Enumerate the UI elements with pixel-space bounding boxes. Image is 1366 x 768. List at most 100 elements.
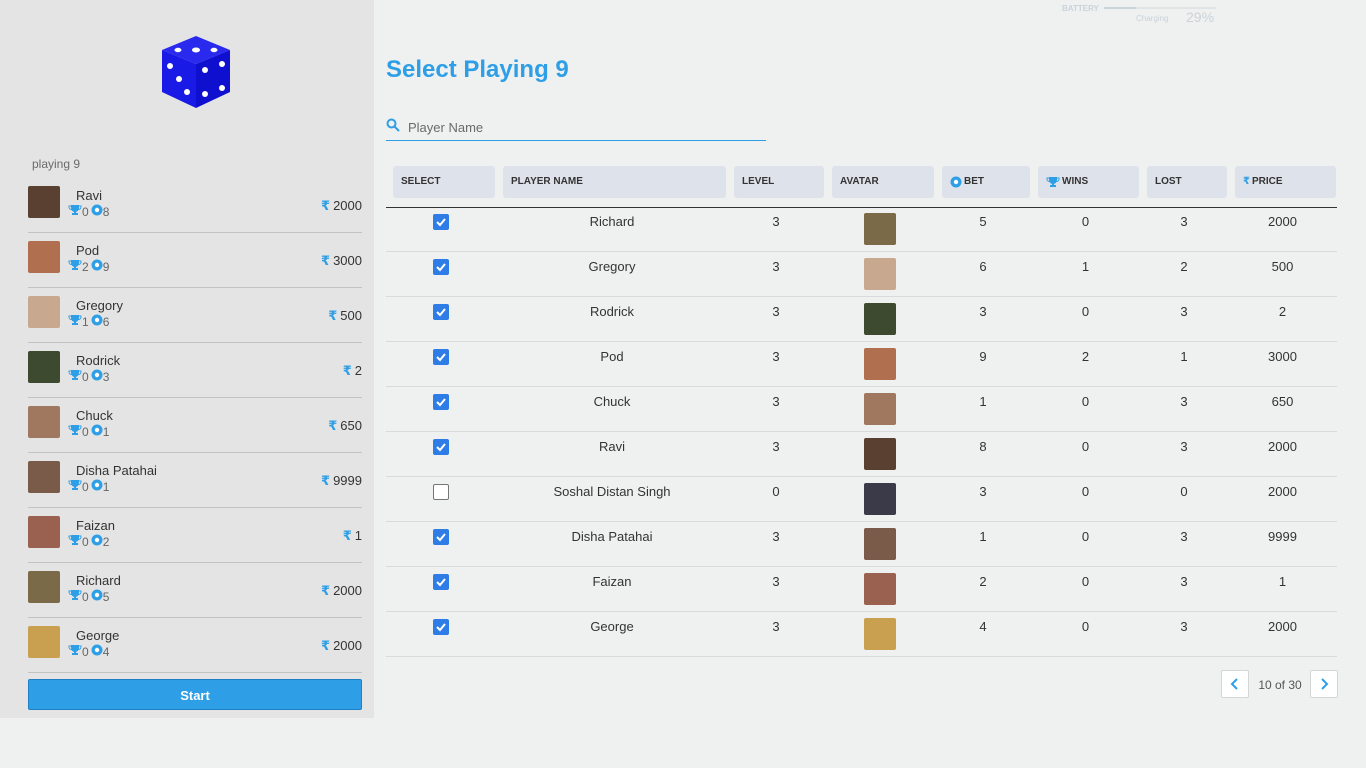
column-header-lost[interactable]: LOST bbox=[1147, 166, 1227, 198]
select-checkbox[interactable] bbox=[433, 529, 449, 545]
select-checkbox[interactable] bbox=[433, 484, 449, 500]
player-stats: 02 bbox=[68, 534, 111, 549]
cell-wins: 0 bbox=[1081, 574, 1090, 589]
cell-bet: 3 bbox=[979, 304, 987, 319]
player-stats: 05 bbox=[68, 589, 111, 604]
select-checkbox[interactable] bbox=[433, 439, 449, 455]
cell-lost: 3 bbox=[1180, 394, 1188, 409]
column-header-wins[interactable]: WINS bbox=[1038, 166, 1139, 198]
next-page-button[interactable] bbox=[1310, 670, 1338, 698]
battery-indicator: BATTERY Charging 29% bbox=[1062, 4, 1222, 26]
avatar bbox=[28, 186, 60, 218]
cell-name: Chuck bbox=[593, 394, 631, 409]
cell-bet: 3 bbox=[979, 484, 987, 499]
price-value: 650 bbox=[340, 418, 362, 433]
select-checkbox[interactable] bbox=[433, 214, 449, 230]
player-price: ₹2000 bbox=[321, 583, 362, 599]
cell-wins: 2 bbox=[1081, 349, 1090, 364]
player-stats: 08 bbox=[68, 204, 111, 219]
rupee-icon: ₹ bbox=[342, 363, 352, 378]
cell-lost: 2 bbox=[1180, 259, 1188, 274]
list-item: Faizan 0 2 ₹1 bbox=[28, 508, 362, 563]
cell-name: Gregory bbox=[588, 259, 636, 274]
player-name: George bbox=[76, 628, 120, 643]
list-item: Rodrick 0 3 ₹2 bbox=[28, 343, 362, 398]
wins-count: 0 bbox=[82, 644, 89, 659]
column-header-avatar[interactable]: AVATAR bbox=[832, 166, 934, 198]
trophy-icon bbox=[68, 204, 82, 219]
rupee-icon: ₹ bbox=[321, 473, 331, 488]
cell-wins: 0 bbox=[1081, 484, 1090, 499]
cell-bet: 4 bbox=[979, 619, 987, 634]
table-row: Rodrick 3 3 0 3 2 bbox=[386, 297, 1337, 342]
players-table-body: Richard 3 5 0 3 2000 Gregory 3 6 1 2 500 Rodrick 3 3 0 3… bbox=[386, 207, 1337, 657]
price-value: 3000 bbox=[333, 253, 362, 268]
column-header-player-name[interactable]: PLAYER NAME bbox=[503, 166, 726, 198]
cell-lost: 3 bbox=[1180, 214, 1188, 229]
cell-level: 3 bbox=[772, 529, 780, 544]
coin-icon bbox=[91, 369, 103, 384]
select-checkbox[interactable] bbox=[433, 259, 449, 275]
select-checkbox[interactable] bbox=[433, 394, 449, 410]
list-item: Chuck 0 1 ₹650 bbox=[28, 398, 362, 453]
bets-count: 6 bbox=[102, 314, 110, 329]
player-stats: 16 bbox=[68, 314, 111, 329]
bets-count: 4 bbox=[102, 644, 110, 659]
price-value: 9999 bbox=[333, 473, 362, 488]
column-header-price[interactable]: ₹ PRICE bbox=[1235, 166, 1336, 198]
price-value: 2000 bbox=[333, 583, 362, 598]
player-price: ₹2 bbox=[343, 363, 362, 379]
trophy-icon bbox=[68, 424, 82, 439]
cell-bet: 8 bbox=[979, 439, 987, 454]
select-checkbox[interactable] bbox=[433, 574, 449, 590]
player-price: ₹500 bbox=[328, 308, 362, 324]
column-label: BET bbox=[964, 176, 984, 187]
cell-bet: 6 bbox=[979, 259, 987, 274]
select-checkbox[interactable] bbox=[433, 619, 449, 635]
bets-count: 3 bbox=[102, 369, 110, 384]
cell-name: Pod bbox=[600, 349, 624, 364]
table-row: Chuck 3 1 0 3 650 bbox=[386, 387, 1337, 432]
avatar bbox=[864, 618, 896, 650]
trophy-icon bbox=[68, 589, 82, 604]
player-price: ₹1 bbox=[343, 528, 362, 544]
previous-page-button[interactable] bbox=[1221, 670, 1249, 698]
column-header-level[interactable]: LEVEL bbox=[734, 166, 824, 198]
cell-name: Rodrick bbox=[589, 304, 635, 319]
coin-icon bbox=[91, 534, 103, 549]
column-header-bet[interactable]: BET bbox=[942, 166, 1030, 198]
bets-count: 1 bbox=[102, 479, 110, 494]
cell-name: George bbox=[590, 619, 634, 634]
column-label: WINS bbox=[1062, 176, 1089, 187]
player-stats: 29 bbox=[68, 259, 111, 274]
player-name: Ravi bbox=[76, 188, 103, 203]
price-value: 2 bbox=[354, 363, 362, 378]
price-value: 1 bbox=[354, 528, 362, 543]
select-checkbox[interactable] bbox=[433, 349, 449, 365]
column-header-select[interactable]: SELECT bbox=[393, 166, 495, 198]
avatar bbox=[864, 483, 896, 515]
cell-wins: 0 bbox=[1081, 529, 1090, 544]
list-item: George 0 4 ₹2000 bbox=[28, 618, 362, 673]
cell-lost: 3 bbox=[1180, 439, 1188, 454]
column-label: AVATAR bbox=[840, 176, 879, 187]
avatar bbox=[864, 213, 896, 245]
coin-icon bbox=[91, 479, 103, 494]
player-name-search-input[interactable] bbox=[406, 116, 760, 138]
pagination-status: 10 of 30 bbox=[1258, 678, 1302, 692]
player-price: ₹2000 bbox=[321, 638, 362, 654]
cell-bet: 1 bbox=[979, 394, 987, 409]
column-label: SELECT bbox=[401, 176, 441, 187]
avatar bbox=[864, 393, 896, 425]
trophy-icon bbox=[68, 369, 82, 384]
column-label: LEVEL bbox=[742, 176, 775, 187]
select-checkbox[interactable] bbox=[433, 304, 449, 320]
start-button[interactable]: Start bbox=[28, 679, 362, 710]
cell-lost: 3 bbox=[1180, 574, 1188, 589]
table-header: SELECT PLAYER NAME LEVEL AVATAR BET WINS LOST ₹… bbox=[386, 166, 1337, 208]
cell-lost: 0 bbox=[1180, 484, 1188, 499]
dice-icon bbox=[162, 36, 230, 108]
list-item: Disha Patahai 0 1 ₹9999 bbox=[28, 453, 362, 508]
trophy-icon bbox=[68, 534, 82, 549]
price-value: 500 bbox=[340, 308, 362, 323]
